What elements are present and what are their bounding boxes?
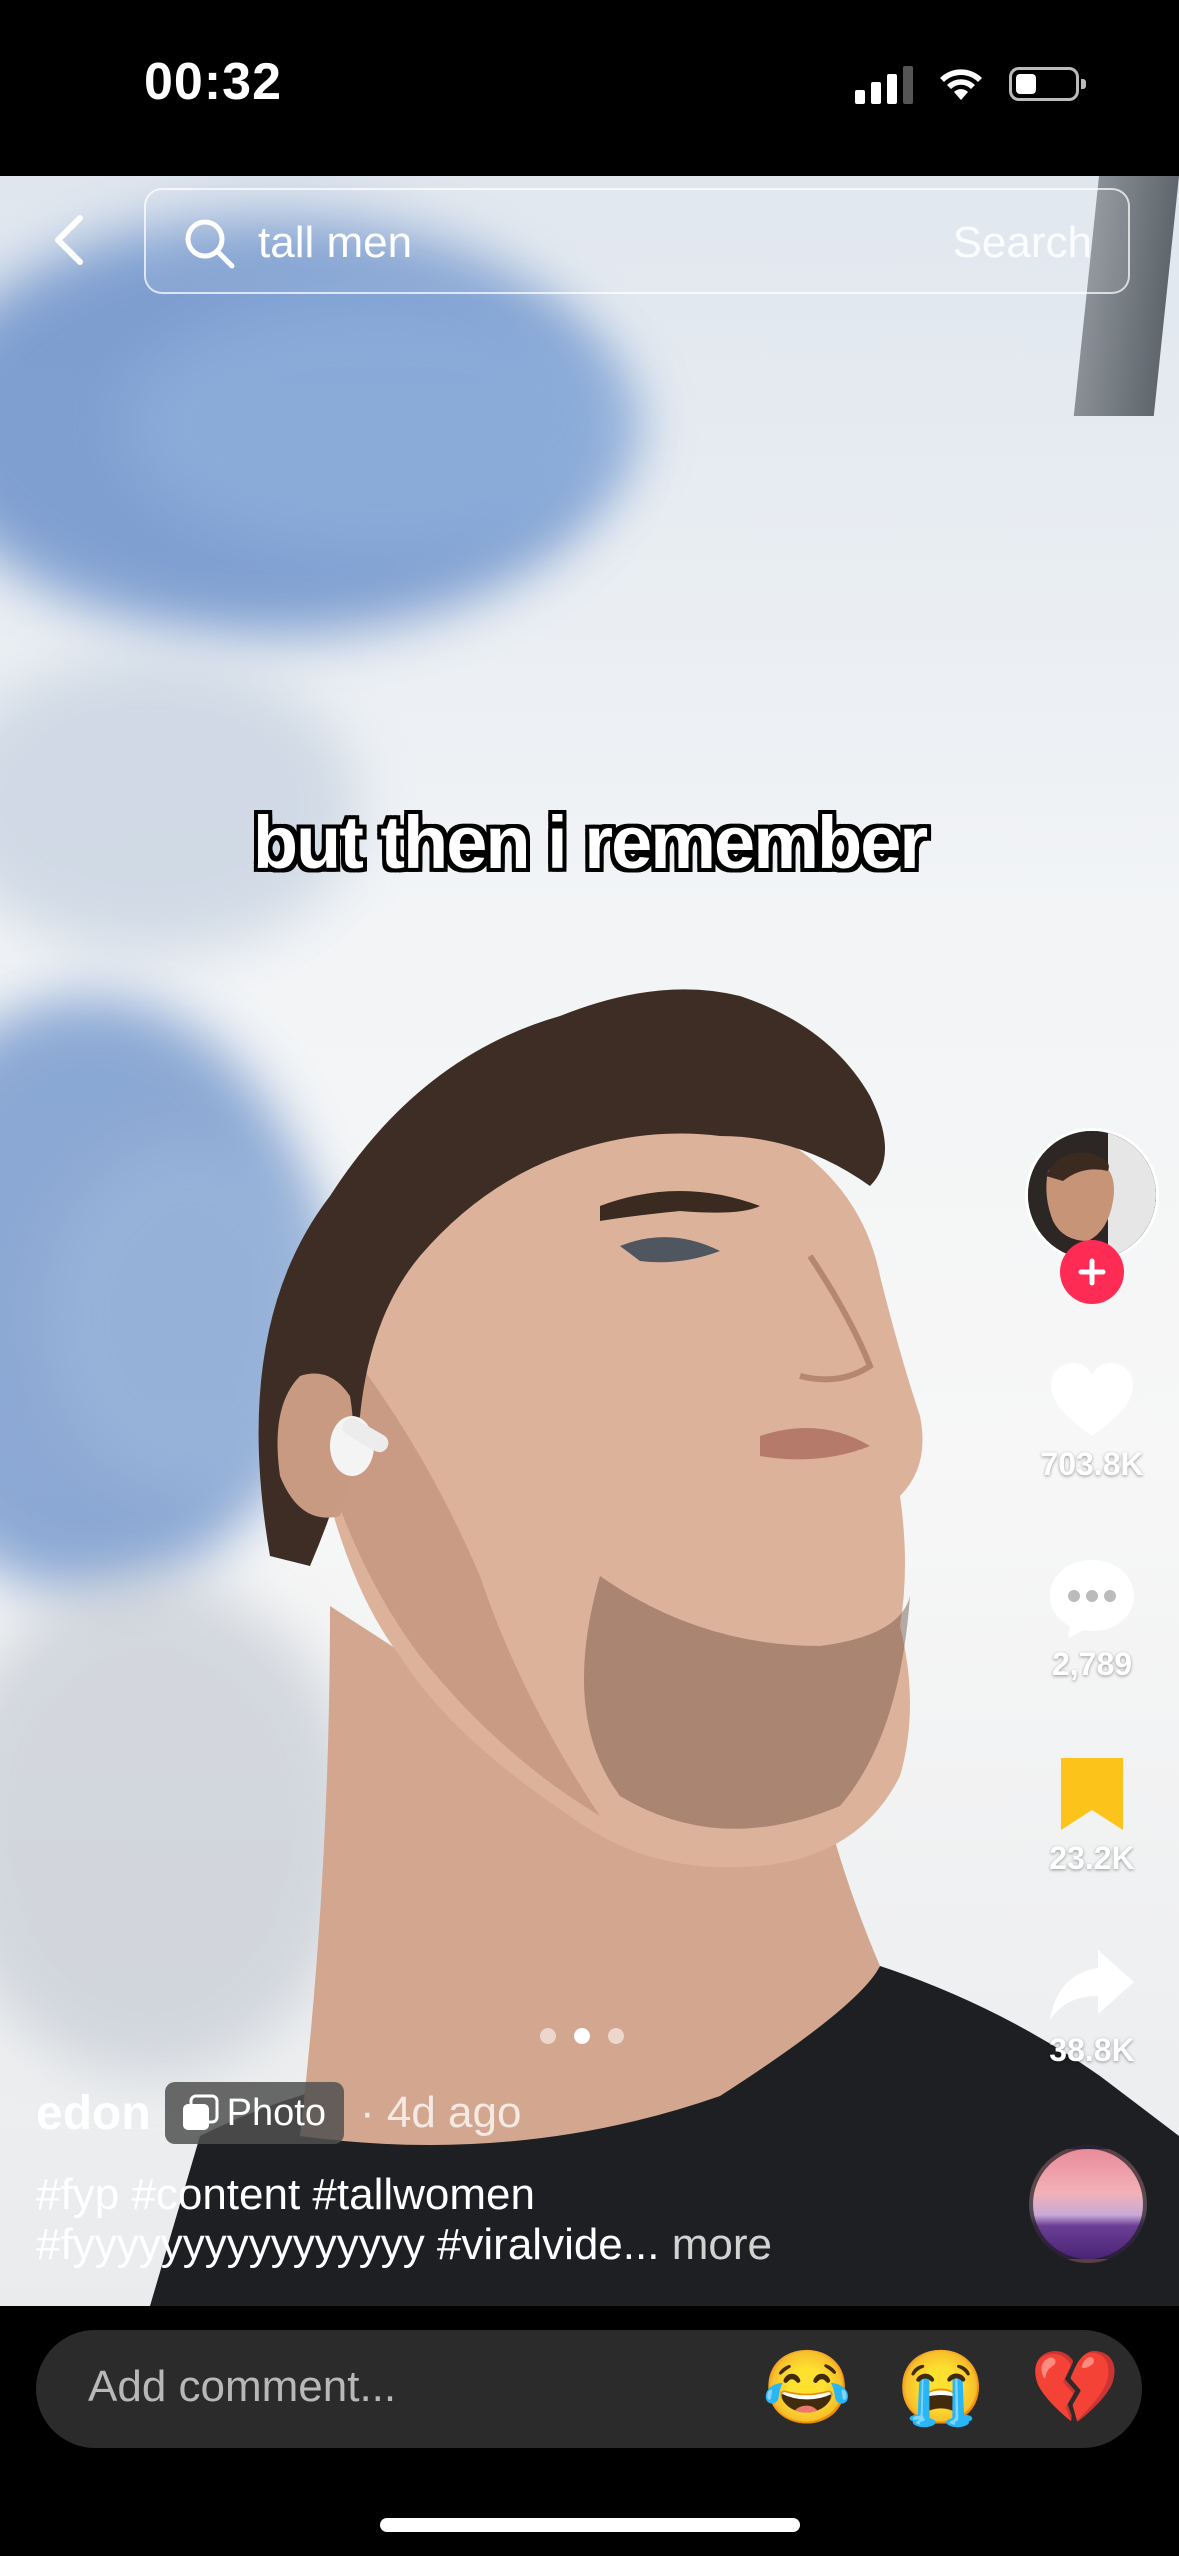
status-bar: 00:32 (0, 0, 1179, 176)
crying-emoji-button[interactable]: 😭 (896, 2348, 986, 2428)
search-icon (185, 219, 235, 269)
status-icons (855, 64, 1086, 104)
share-action[interactable]: 38.8K (1019, 1946, 1165, 2069)
save-action[interactable]: 23.2K (1019, 1754, 1165, 1877)
home-indicator[interactable] (380, 2518, 800, 2532)
description-line: #fyp #content #tallwomen (36, 2170, 535, 2219)
battery-icon (1009, 67, 1086, 101)
broken-heart-emoji-button[interactable]: 💔 (1030, 2348, 1120, 2428)
photo-badge: Photo (164, 2082, 344, 2144)
carousel-dot[interactable] (540, 2028, 556, 2044)
comment-bar: Add comment... 😂 😭 💔 (0, 2306, 1179, 2556)
follow-button[interactable] (1060, 1240, 1124, 1304)
person-photo (150, 989, 1179, 2306)
music-disc[interactable] (1029, 2145, 1147, 2263)
search-query[interactable]: tall men (258, 218, 412, 268)
bookmark-icon (1061, 1758, 1123, 1830)
more-link[interactable]: more (672, 2220, 772, 2269)
carousel-indicator (540, 2028, 624, 2044)
comment-input[interactable]: Add comment... (88, 2362, 396, 2412)
back-button[interactable] (40, 210, 100, 270)
side-action-bar: 703.8K 2,789 23.2K 38.8K (1019, 1128, 1165, 2068)
post-meta: edon Photo · 4d ago (36, 2082, 521, 2144)
video-player[interactable] (0, 176, 1179, 2306)
cellular-signal-icon (855, 64, 913, 104)
like-count: 703.8K (1040, 1446, 1144, 1482)
like-action[interactable]: 703.8K (1019, 1360, 1165, 1483)
post-description[interactable]: #fyp #content #tallwomen #fyyyyyyyyyyyyy… (36, 2170, 1036, 2270)
username[interactable]: edon (36, 2086, 151, 2141)
video-caption: but then i remember (252, 801, 928, 884)
chevron-left-icon (55, 215, 83, 265)
status-time: 00:32 (144, 53, 282, 111)
comment-count: 2,789 (1051, 1646, 1133, 1682)
description-text: #fyyyyyyyyyyyyyyyy #viralvide... (36, 2220, 660, 2269)
comment-input-box[interactable]: Add comment... 😂 😭 💔 (36, 2330, 1142, 2448)
share-arrow-icon (1050, 1950, 1134, 2020)
search-header: tall men Search (0, 188, 1179, 298)
heart-icon (1051, 1363, 1133, 1436)
carousel-dot-active[interactable] (574, 2028, 590, 2044)
search-bar[interactable]: tall men Search (144, 188, 1130, 294)
photo-badge-label: Photo (226, 2091, 326, 2134)
description-line-2: #fyyyyyyyyyyyyyyyy #viralvide... more (36, 2220, 1036, 2270)
laughing-emoji-button[interactable]: 😂 (762, 2348, 852, 2428)
post-age: · 4d ago (359, 2088, 522, 2137)
creator-avatar-wrap[interactable] (1025, 1128, 1159, 1304)
carousel-dot[interactable] (608, 2028, 624, 2044)
comment-action[interactable]: 2,789 (1019, 1556, 1165, 1683)
save-count: 23.2K (1049, 1840, 1135, 1876)
photo-stack-icon (182, 2094, 219, 2130)
search-button[interactable]: Search (953, 218, 1092, 268)
plus-icon (1078, 1258, 1106, 1286)
wifi-icon (940, 69, 982, 100)
comment-bubble-icon (1050, 1560, 1134, 1638)
share-count: 38.8K (1049, 2032, 1135, 2068)
